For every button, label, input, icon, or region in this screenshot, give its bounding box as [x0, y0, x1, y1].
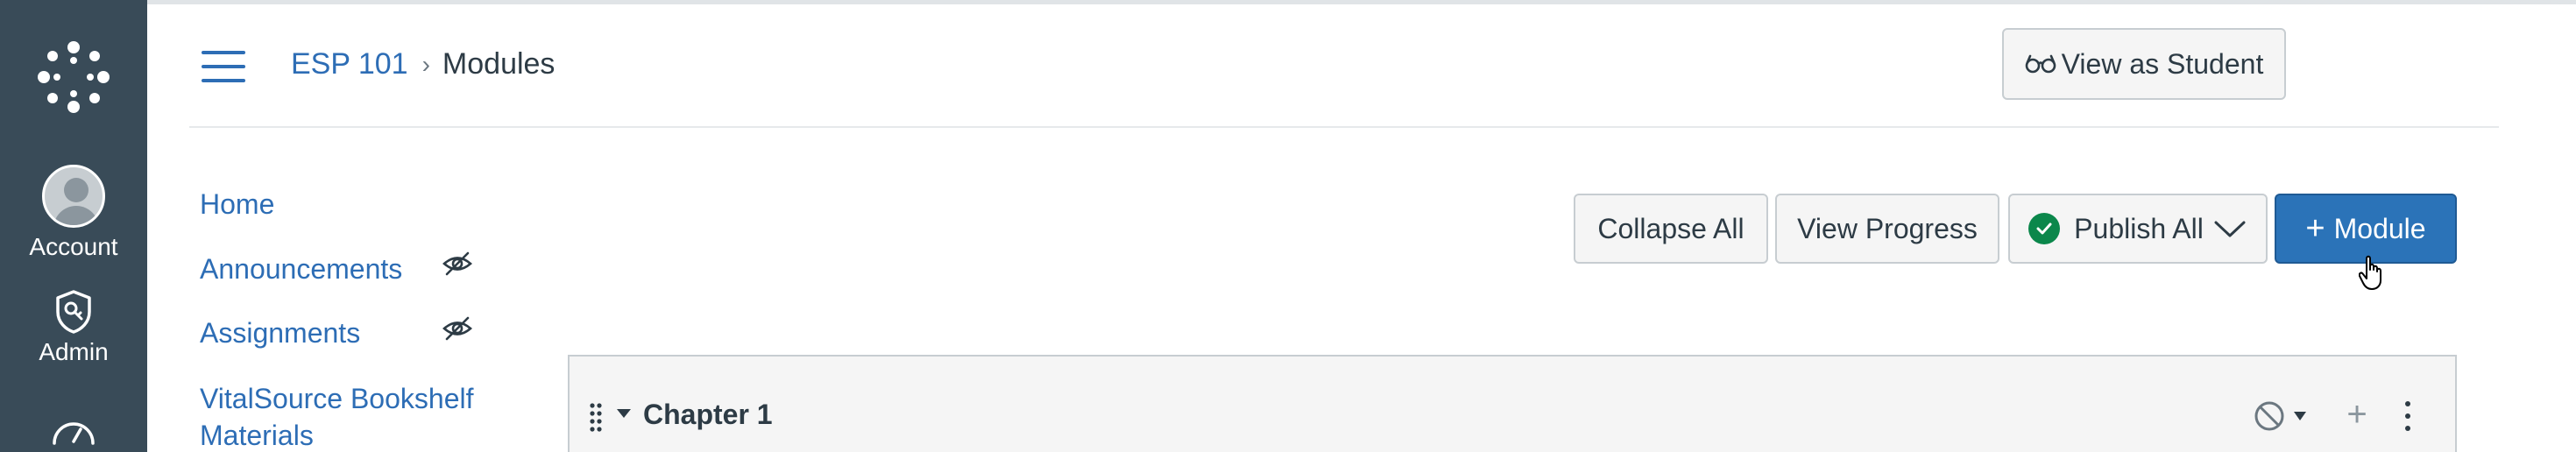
account-label: Account [29, 233, 118, 260]
breadcrumb: ESP 101 › Modules [291, 47, 555, 81]
global-nav: Account Admin [0, 0, 147, 452]
plus-icon: + [2305, 209, 2325, 247]
check-circle-icon [2028, 213, 2061, 244]
add-item-icon[interactable]: + [2339, 395, 2374, 434]
avatar [42, 165, 105, 228]
view-progress-button[interactable]: View Progress [1775, 194, 1999, 264]
chevron-down-icon [2214, 221, 2246, 237]
caret-down-icon[interactable] [617, 409, 631, 418]
course-nav-announcements[interactable]: Announcements [200, 251, 402, 287]
drag-handle-icon[interactable] [589, 402, 603, 432]
publish-all-label: Publish All [2074, 212, 2204, 244]
hand-pointer-icon [2359, 255, 2381, 290]
admin-shield-icon [56, 290, 91, 334]
breadcrumb-course-link[interactable]: ESP 101 [291, 47, 408, 81]
breadcrumb-separator: › [421, 50, 430, 78]
hamburger-menu-icon[interactable] [202, 51, 245, 82]
view-as-student-label: View as Student [2061, 47, 2264, 80]
global-nav-admin[interactable]: Admin [0, 289, 147, 366]
course-nav-home[interactable]: Home [200, 186, 274, 222]
module-chapter: Chapter 1 + [568, 355, 2457, 452]
collapse-all-button[interactable]: Collapse All [1574, 194, 1768, 264]
view-progress-label: View Progress [1797, 212, 1978, 244]
admin-label: Admin [39, 338, 109, 365]
collapse-all-label: Collapse All [1597, 212, 1744, 244]
add-module-label: Module [2333, 212, 2426, 244]
publish-all-button[interactable]: Publish All [2008, 194, 2268, 264]
canvas-logo-icon[interactable] [35, 39, 112, 116]
hidden-eye-icon [442, 316, 472, 341]
breadcrumb-current: Modules [442, 47, 556, 81]
module-title[interactable]: Chapter 1 [643, 399, 773, 431]
hidden-eye-icon [442, 251, 472, 276]
global-nav-account[interactable]: Account [0, 165, 147, 261]
course-nav-assignments[interactable]: Assignments [200, 314, 360, 351]
view-as-student-button[interactable]: View as Student [2002, 28, 2286, 100]
kebab-menu-icon[interactable] [2403, 400, 2413, 432]
course-nav-vitalsource[interactable]: VitalSource Bookshelf Materials [200, 380, 498, 452]
unpublished-icon[interactable] [2252, 399, 2310, 434]
dashboard-icon[interactable] [51, 412, 96, 447]
add-module-button[interactable]: + Module [2275, 194, 2457, 264]
glasses-icon [2025, 54, 2056, 74]
